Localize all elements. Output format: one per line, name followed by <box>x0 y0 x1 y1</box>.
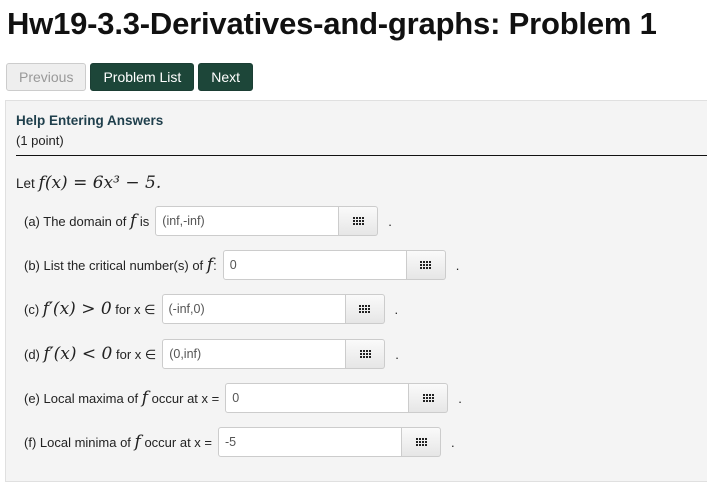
question-label: (a) The domain of f is <box>24 211 149 231</box>
question-text-suffix: is <box>136 214 150 229</box>
problem-panel: Help Entering Answers (1 point) Let f(x)… <box>5 100 707 482</box>
equation-editor-button[interactable] <box>345 294 385 324</box>
next-button[interactable]: Next <box>198 63 254 91</box>
question-label: (c) f′(x) > 0 for x ∈ <box>24 299 156 319</box>
question-math: f′(x) > 0 <box>42 299 112 319</box>
question-text-suffix: : <box>213 258 217 273</box>
answer-input[interactable]: (0,inf) <box>162 339 347 369</box>
question-text-suffix: for x ∈ <box>111 302 156 317</box>
period: . <box>395 346 399 362</box>
question-label: (b) List the critical number(s) of f: <box>24 255 217 275</box>
question-label: (d) f′(x) < 0 for x ∈ <box>24 344 156 364</box>
equation-editor-button[interactable] <box>402 427 442 457</box>
question-text: (e) Local maxima of <box>24 391 142 406</box>
answer-input[interactable]: -5 <box>218 427 403 457</box>
question-text: (c) <box>24 302 43 317</box>
answer-row-c: (c) f′(x) > 0 for x ∈ (-inf,0) . <box>24 294 398 324</box>
problem-nav: Previous Problem List Next <box>6 63 254 91</box>
function-formula: f(x) = 6x³ − 5. <box>38 173 162 193</box>
period: . <box>455 257 460 273</box>
question-text: (d) <box>24 347 44 362</box>
question-text: (b) List the critical number(s) of <box>24 258 207 273</box>
divider <box>16 155 707 156</box>
question-text: (a) The domain of <box>24 214 130 229</box>
keypad-grid-icon <box>359 305 370 313</box>
period: . <box>388 213 392 229</box>
previous-button[interactable]: Previous <box>6 63 87 91</box>
question-text: (f) Local minima of <box>24 435 135 450</box>
points-label: (1 point) <box>16 133 64 148</box>
equation-editor-button[interactable] <box>409 383 449 413</box>
equation-editor-button[interactable] <box>339 206 379 236</box>
equation-editor-button[interactable] <box>406 250 446 280</box>
answer-row-b: (b) List the critical number(s) of f: 0 … <box>24 250 459 280</box>
problem-list-button[interactable]: Problem List <box>90 63 195 91</box>
question-text-suffix: occur at x = <box>140 435 213 450</box>
question-text-suffix: for x ∈ <box>112 347 157 362</box>
problem-statement: Let f(x) = 6x³ − 5. <box>16 173 161 193</box>
answer-input[interactable]: (inf,-inf) <box>155 206 340 236</box>
question-label: (f) Local minima of f occur at x = <box>24 432 212 452</box>
keypad-grid-icon <box>359 350 371 358</box>
keypad-grid-icon <box>352 217 364 225</box>
help-entering-answers-link[interactable]: Help Entering Answers <box>16 113 163 128</box>
question-math: f′(x) < 0 <box>43 344 113 364</box>
answer-input[interactable]: 0 <box>225 383 410 413</box>
answer-input[interactable]: 0 <box>222 250 407 280</box>
keypad-grid-icon <box>420 261 432 269</box>
question-label: (e) Local maxima of f occur at x = <box>24 388 219 408</box>
period: . <box>394 301 399 317</box>
answer-row-e: (e) Local maxima of f occur at x = 0 . <box>24 383 462 413</box>
question-text-suffix: occur at x = <box>148 391 220 406</box>
keypad-grid-icon <box>422 394 434 402</box>
period: . <box>451 434 455 450</box>
let-text: Let <box>16 176 39 191</box>
keypad-grid-icon <box>415 438 427 446</box>
answer-input[interactable]: (-inf,0) <box>161 294 346 324</box>
answer-row-a: (a) The domain of f is (inf,-inf) . <box>24 206 392 236</box>
answer-row-f: (f) Local minima of f occur at x = -5 . <box>24 427 455 457</box>
answer-row-d: (d) f′(x) < 0 for x ∈ (0,inf) . <box>24 339 399 369</box>
page-title: Hw19-3.3-Derivatives-and-graphs: Problem… <box>7 6 657 41</box>
equation-editor-button[interactable] <box>346 339 386 369</box>
period: . <box>458 390 462 406</box>
